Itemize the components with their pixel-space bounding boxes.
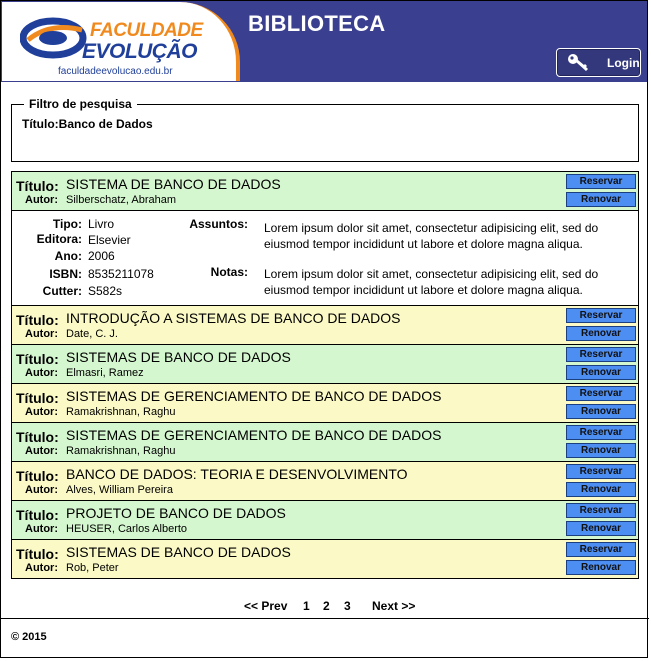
renew-button[interactable]: Renovar	[566, 521, 636, 536]
book-row[interactable]: Título: SISTEMA DE BANCO DE DADOS Autor:…	[11, 171, 639, 211]
reserve-button[interactable]: Reservar	[566, 503, 636, 518]
isbn-label: ISBN:	[49, 267, 82, 281]
login-button[interactable]: Login	[556, 48, 641, 77]
reserve-button[interactable]: Reservar	[566, 174, 636, 189]
notas-value: Lorem ipsum dolor sit amet, consectetur …	[264, 267, 599, 297]
editora-label: Editora:	[36, 232, 82, 246]
book-title: SISTEMAS DE GERENCIAMENTO DE BANCO DE DA…	[66, 427, 442, 443]
book-title: INTRODUÇÃO A SISTEMAS DE BANCO DE DADOS	[66, 310, 401, 326]
copyright-text: © 2015	[11, 631, 47, 643]
book-author: HEUSER, Carlos Alberto	[66, 523, 188, 535]
book-author: Silberschatz, Abraham	[66, 194, 177, 206]
tipo-value: Livro	[88, 217, 115, 231]
reserve-button[interactable]: Reservar	[566, 386, 636, 401]
book-detail-panel: Tipo: Livro Editora: Elsevier Ano: 2006 …	[11, 210, 639, 306]
renew-button[interactable]: Renovar	[566, 404, 636, 419]
author-label: Autor:	[25, 406, 58, 418]
renew-button[interactable]: Renovar	[566, 192, 636, 207]
title-label: Título:	[16, 178, 59, 194]
book-row[interactable]: Título: SISTEMAS DE GERENCIAMENTO DE BAN…	[11, 383, 639, 423]
book-title: SISTEMAS DE BANCO DE DADOS	[66, 349, 291, 365]
logo-url: faculdadeevolucao.edu.br	[58, 66, 173, 77]
filter-criteria: Título:Banco de Dados	[22, 117, 153, 131]
book-title: SISTEMAS DE GERENCIAMENTO DE BANCO DE DA…	[66, 388, 442, 404]
renew-button[interactable]: Renovar	[566, 560, 636, 575]
book-author: Ramakrishnan, Raghu	[66, 445, 176, 457]
book-row[interactable]: Título: SISTEMAS DE BANCO DE DADOS Autor…	[11, 539, 639, 579]
key-icon	[568, 53, 588, 71]
author-label: Autor:	[25, 445, 58, 457]
book-row[interactable]: Título: PROJETO DE BANCO DE DADOS Autor:…	[11, 500, 639, 540]
author-label: Autor:	[25, 484, 58, 496]
author-label: Autor:	[25, 328, 58, 340]
title-label: Título:	[16, 312, 59, 328]
tipo-label: Tipo:	[52, 217, 82, 231]
book-author: Alves, William Pereira	[66, 484, 173, 496]
book-author: Rob, Peter	[66, 562, 119, 574]
next-page-link[interactable]: Next >>	[372, 599, 415, 613]
title-label: Título:	[16, 507, 59, 523]
author-label: Autor:	[25, 194, 58, 206]
book-title: SISTEMAS DE BANCO DE DADOS	[66, 544, 291, 560]
renew-button[interactable]: Renovar	[566, 482, 636, 497]
assuntos-value: Lorem ipsum dolor sit amet, consectetur …	[264, 221, 599, 251]
book-title: SISTEMA DE BANCO DE DADOS	[66, 176, 281, 192]
header-bar: FACULDADE EVOLUÇÃO faculdadeevolucao.edu…	[1, 1, 647, 82]
ano-label: Ano:	[54, 249, 82, 263]
reserve-button[interactable]: Reservar	[566, 308, 636, 323]
search-filter-box: Filtro de pesquisa Título:Banco de Dados	[11, 97, 639, 162]
logo-text-evolucao: EVOLUÇÃO	[82, 40, 198, 63]
reserve-button[interactable]: Reservar	[566, 542, 636, 557]
assuntos-label: Assuntos:	[189, 217, 248, 231]
book-author: Elmasri, Ramez	[66, 367, 144, 379]
reserve-button[interactable]: Reservar	[566, 347, 636, 362]
prev-page-link[interactable]: << Prev	[244, 599, 287, 613]
book-row[interactable]: Título: INTRODUÇÃO A SISTEMAS DE BANCO D…	[11, 305, 639, 345]
page-link-3[interactable]: 3	[344, 599, 351, 613]
title-label: Título:	[16, 390, 59, 406]
isbn-value: 8535211078	[88, 267, 154, 281]
filter-legend: Filtro de pesquisa	[24, 97, 137, 111]
book-title: BANCO DE DADOS: TEORIA E DESENVOLVIMENTO	[66, 466, 408, 482]
book-author: Ramakrishnan, Raghu	[66, 406, 176, 418]
reserve-button[interactable]: Reservar	[566, 425, 636, 440]
book-row[interactable]: Título: SISTEMAS DE BANCO DE DADOS Autor…	[11, 344, 639, 384]
notas-label: Notas:	[210, 265, 248, 279]
page-title: BIBLIOTECA	[248, 11, 386, 36]
page-frame: FACULDADE EVOLUÇÃO faculdadeevolucao.edu…	[0, 0, 649, 659]
book-author: Date, C. J.	[66, 328, 118, 340]
logo-text-faculdade: FACULDADE	[90, 20, 203, 41]
author-label: Autor:	[25, 523, 58, 535]
title-label: Título:	[16, 468, 59, 484]
page-link-1[interactable]: 1	[303, 599, 310, 613]
cutter-value: S582s	[88, 284, 123, 298]
pagination: << Prev 1 2 3 Next >>	[1, 599, 649, 615]
title-label: Título:	[16, 546, 59, 562]
editora-value: Elsevier	[88, 233, 131, 247]
login-label: Login	[607, 55, 640, 70]
author-label: Autor:	[25, 562, 58, 574]
footer: © 2015	[1, 618, 649, 659]
book-row[interactable]: Título: BANCO DE DADOS: TEORIA E DESENVO…	[11, 461, 639, 501]
author-label: Autor:	[25, 367, 58, 379]
renew-button[interactable]: Renovar	[566, 326, 636, 341]
renew-button[interactable]: Renovar	[566, 365, 636, 380]
reserve-button[interactable]: Reservar	[566, 464, 636, 479]
title-label: Título:	[16, 351, 59, 367]
results-list: Título: SISTEMA DE BANCO DE DADOS Autor:…	[11, 171, 639, 579]
page-link-2[interactable]: 2	[323, 599, 330, 613]
title-label: Título:	[16, 429, 59, 445]
cutter-label: Cutter:	[42, 284, 82, 298]
logo-swoosh-icon	[20, 17, 87, 59]
ano-value: 2006	[88, 249, 115, 263]
book-row[interactable]: Título: SISTEMAS DE GERENCIAMENTO DE BAN…	[11, 422, 639, 462]
book-title: PROJETO DE BANCO DE DADOS	[66, 505, 286, 521]
renew-button[interactable]: Renovar	[566, 443, 636, 458]
faculdade-logo[interactable]: FACULDADE EVOLUÇÃO faculdadeevolucao.edu…	[2, 2, 240, 81]
